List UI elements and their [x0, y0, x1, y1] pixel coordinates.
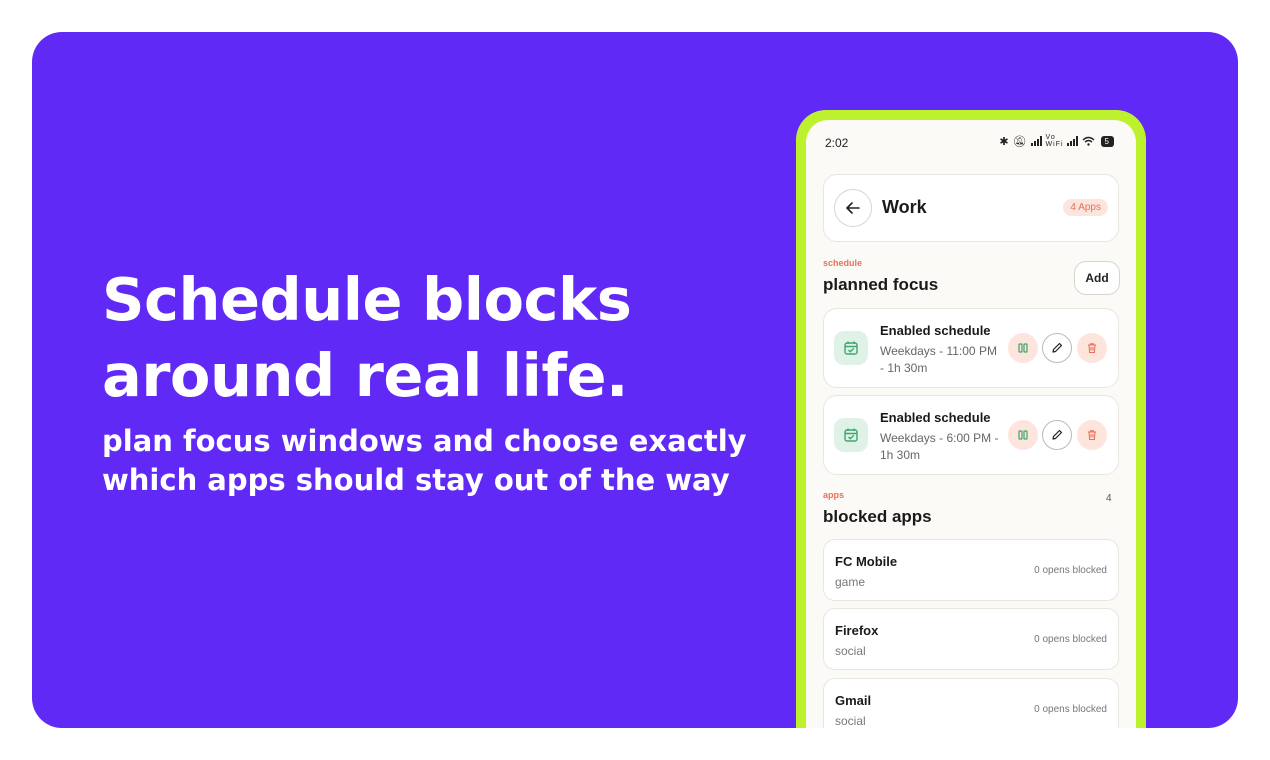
back-button[interactable]: [834, 189, 872, 227]
app-name: Gmail: [835, 693, 872, 708]
headline-line-1: Schedule blocks: [102, 265, 632, 334]
schedule-title: Enabled schedule: [880, 323, 991, 338]
promo-card: Schedule blocks around real life. plan f…: [32, 32, 1238, 728]
status-time: 2:02: [825, 136, 849, 150]
subheadline: plan focus windows and choose exactly wh…: [102, 424, 747, 497]
app-opens-blocked: 0 opens blocked: [1034, 704, 1107, 715]
apps-section-title: blocked apps: [823, 507, 932, 526]
headline: Schedule blocks around real life.: [102, 262, 722, 414]
trash-icon: [1088, 343, 1096, 354]
delete-schedule-button[interactable]: [1077, 420, 1107, 450]
calendar-check-icon: [834, 331, 868, 365]
page-title: Work: [882, 197, 927, 217]
edit-schedule-button[interactable]: [1042, 420, 1072, 450]
pause-schedule-button[interactable]: [1008, 333, 1038, 363]
apps-section-tag: apps: [823, 490, 845, 500]
schedule-card[interactable]: Enabled schedule Weekdays - 6:00 PM - 1h…: [823, 395, 1119, 475]
calendar-check-icon: [834, 418, 868, 452]
app-opens-blocked: 0 opens blocked: [1034, 634, 1107, 645]
signal-icon: [1030, 136, 1042, 146]
phone-frame: 2:02 ✱ 🔕︎ Vo WiFi 5 Work 4 Apps schedule…: [796, 110, 1146, 728]
pause-icon: [1018, 343, 1028, 353]
wifi-icon: [1082, 136, 1095, 146]
schedule-detail: Weekdays - 11:00 PM - 1h 30m: [880, 344, 997, 375]
blocked-app-row[interactable]: Firefox social 0 opens blocked: [823, 608, 1119, 670]
battery-icon: 5: [1100, 135, 1114, 147]
schedule-section-tag: schedule: [823, 258, 863, 268]
add-schedule-button[interactable]: Add: [1074, 261, 1120, 295]
pause-icon: [1018, 430, 1028, 440]
trash-icon: [1088, 430, 1096, 441]
status-icons: ✱ 🔕︎ Vo WiFi 5: [999, 134, 1114, 148]
apps-count-badge: 4 Apps: [1063, 199, 1108, 216]
bluetooth-icon: ✱: [999, 135, 1010, 148]
status-bar: 2:02 ✱ 🔕︎ Vo WiFi 5: [806, 120, 1136, 150]
app-category: social: [835, 644, 866, 658]
schedule-detail: Weekdays - 6:00 PM - 1h 30m: [880, 431, 999, 462]
app-category: game: [835, 575, 866, 589]
arrow-left-icon: [846, 202, 860, 214]
app-category: social: [835, 714, 866, 728]
app-name: Firefox: [835, 623, 879, 638]
pencil-icon: [1052, 429, 1063, 440]
app-opens-blocked: 0 opens blocked: [1034, 565, 1107, 576]
schedule-section-title: planned focus: [823, 275, 939, 294]
header-bar: Work 4 Apps: [823, 174, 1119, 242]
signal-icon-2: [1066, 136, 1078, 146]
schedule-card[interactable]: Enabled schedule Weekdays - 11:00 PM - 1…: [823, 308, 1119, 388]
mute-icon: 🔕︎: [1012, 135, 1028, 148]
blocked-app-row[interactable]: FC Mobile game 0 opens blocked: [823, 539, 1119, 601]
phone-screen: 2:02 ✱ 🔕︎ Vo WiFi 5 Work 4 Apps schedule…: [806, 120, 1136, 728]
blocked-app-row[interactable]: Gmail social 0 opens blocked: [823, 678, 1119, 728]
app-name: FC Mobile: [835, 554, 898, 569]
vowifi-icon: Vo WiFi: [1045, 134, 1064, 148]
pause-schedule-button[interactable]: [1008, 420, 1038, 450]
schedule-title: Enabled schedule: [880, 410, 991, 425]
delete-schedule-button[interactable]: [1077, 333, 1107, 363]
edit-schedule-button[interactable]: [1042, 333, 1072, 363]
blocked-apps-count: 4: [1106, 493, 1112, 504]
headline-line-2: around real life.: [102, 341, 628, 410]
pencil-icon: [1052, 342, 1063, 353]
